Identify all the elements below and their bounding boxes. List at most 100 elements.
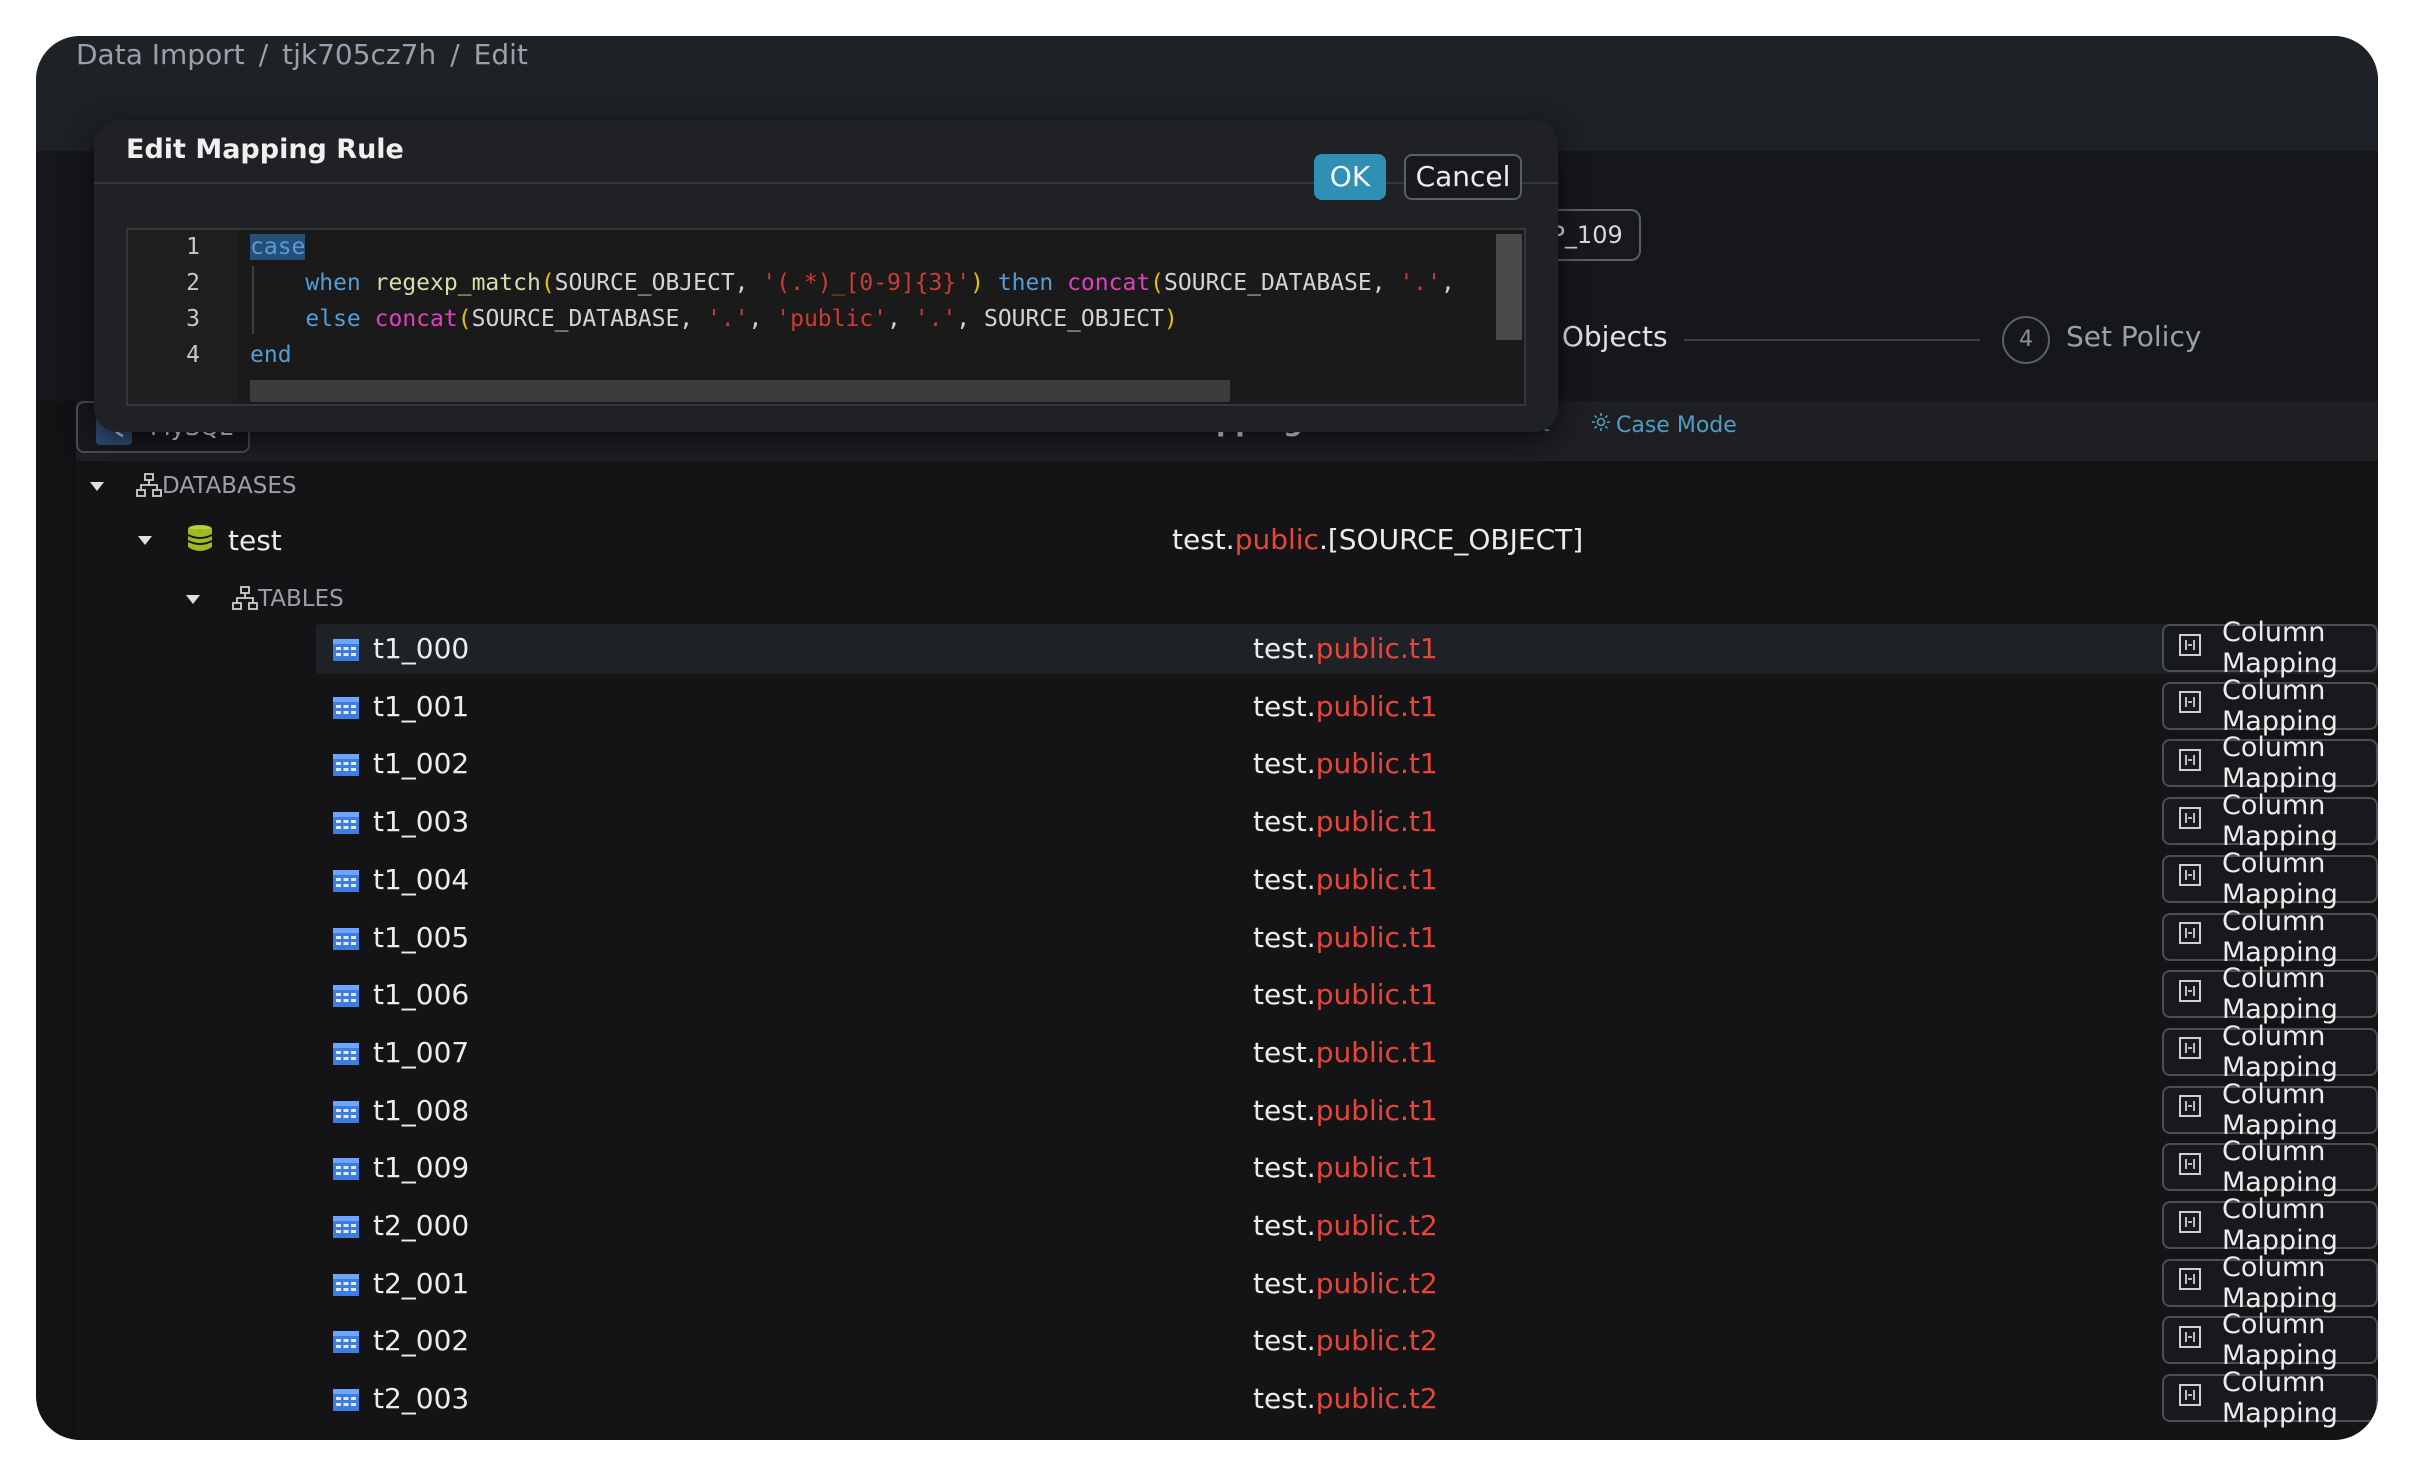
column-mapping-button[interactable]: Column Mapping [2162, 1136, 2378, 1198]
target-sep: . [1306, 1324, 1316, 1358]
target-sep: . [1399, 805, 1409, 839]
code-line-4[interactable]: end [250, 342, 292, 368]
case-mode-link[interactable]: Case Mode [1590, 411, 1737, 439]
column-mapping-button[interactable]: Column Mapping [2162, 617, 2378, 679]
column-mapping-icon [2178, 979, 2202, 1010]
target-sep: . [1399, 862, 1409, 896]
databases-node[interactable]: DATABASES [90, 461, 297, 511]
column-mapping-button[interactable]: Column Mapping [2162, 1194, 2378, 1256]
table-row[interactable]: t1_009 test.public.t1 Column Mapping [316, 1136, 2378, 1198]
step-4-indicator[interactable]: 4 [2002, 316, 2050, 364]
target-table: t1 [1408, 978, 1438, 1012]
column-mapping-icon [2178, 1152, 2202, 1183]
tables-node[interactable]: TABLES [186, 574, 344, 624]
column-mapping-label: Column Mapping [2222, 905, 2338, 968]
table-row[interactable]: t1_002 test.public.t1 Column Mapping [316, 732, 2378, 794]
database-name: test [228, 523, 282, 557]
column-mapping-button[interactable]: Column Mapping [2162, 1021, 2378, 1083]
breadcrumb-task-id[interactable]: tjk705cz7h [282, 38, 436, 71]
column-mapping-label: Column Mapping [2222, 790, 2338, 853]
table-row[interactable]: t1_000 test.public.t1 Column Mapping [316, 617, 2378, 679]
table-icon [332, 696, 360, 724]
table-row[interactable]: t1_005 test.public.t1 Column Mapping [316, 906, 2378, 968]
column-mapping-button[interactable]: Column Mapping [2162, 1309, 2378, 1371]
caret-down-icon[interactable] [186, 594, 200, 604]
edit-mapping-rule-dialog: Edit Mapping Rule OK Cancel 1 2 3 4 case… [94, 120, 1558, 432]
target-sep: . [1399, 1324, 1409, 1358]
table-target-path: test.public.t1 [1253, 1036, 1438, 1069]
table-row[interactable]: t2_001 test.public.t2 Column Mapping [316, 1252, 2378, 1314]
app-window: Data Import / tjk705cz7h / Edit OUP_109 … [36, 36, 2378, 1440]
column-mapping-button[interactable]: Column Mapping [2162, 790, 2378, 852]
target-sep: . [1306, 1382, 1316, 1416]
target-sep: . [1399, 1151, 1409, 1185]
target-db: test [1172, 523, 1226, 556]
column-mapping-button[interactable]: Column Mapping [2162, 1252, 2378, 1314]
column-mapping-label: Column Mapping [2222, 1078, 2338, 1141]
table-row[interactable]: t1_004 test.public.t1 Column Mapping [316, 848, 2378, 910]
table-row[interactable]: t2_000 test.public.t2 Column Mapping [316, 1194, 2378, 1256]
table-icon [332, 638, 360, 666]
target-schema: public [1315, 1151, 1400, 1185]
table-row[interactable]: t2_003 test.public.t2 Column Mapping [316, 1367, 2378, 1429]
table-name: t2_003 [373, 1382, 470, 1416]
column-mapping-icon [2178, 633, 2202, 664]
table-icon [332, 984, 360, 1012]
column-mapping-button[interactable]: Column Mapping [2162, 675, 2378, 737]
column-mapping-button[interactable]: Column Mapping [2162, 848, 2378, 910]
caret-down-icon[interactable] [138, 535, 152, 545]
code-line-1[interactable]: case [250, 234, 306, 260]
table-row[interactable]: t1_006 test.public.t1 Column Mapping [316, 963, 2378, 1025]
line-number: 1 [186, 234, 200, 260]
table-row[interactable]: t1_001 test.public.t1 Column Mapping [316, 675, 2378, 737]
database-node-test[interactable]: test [138, 515, 282, 565]
column-mapping-button[interactable]: Column Mapping [2162, 732, 2378, 794]
cancel-button[interactable]: Cancel [1404, 154, 1522, 200]
target-sep: . [1306, 1035, 1316, 1069]
column-mapping-button[interactable]: Column Mapping [2162, 1079, 2378, 1141]
target-schema: public [1315, 1093, 1400, 1127]
target-sep: . [1399, 1266, 1409, 1300]
breadcrumb-separator: / [258, 38, 269, 71]
breadcrumb-data-import[interactable]: Data Import [76, 38, 245, 71]
ok-button[interactable]: OK [1314, 154, 1386, 200]
table-name: t1_009 [373, 1151, 470, 1185]
table-row[interactable]: t1_008 test.public.t1 Column Mapping [316, 1079, 2378, 1141]
target-schema: public [1315, 805, 1400, 839]
table-name: t1_006 [373, 978, 470, 1012]
step-set-policy-label[interactable]: Set Policy [2066, 320, 2201, 353]
table-row[interactable]: t1_003 test.public.t1 Column Mapping [316, 790, 2378, 852]
column-mapping-button[interactable]: Column Mapping [2162, 1367, 2378, 1429]
target-db: test [1253, 1093, 1307, 1127]
column-mapping-button[interactable]: Column Mapping [2162, 906, 2378, 968]
database-icon [186, 523, 214, 557]
target-sep: . [1306, 1209, 1316, 1242]
code-editor[interactable]: 1 2 3 4 case when regexp_match(SOURCE_OB… [126, 228, 1526, 406]
target-sep: . [1306, 862, 1316, 896]
column-mapping-icon [2178, 690, 2202, 721]
column-mapping-button[interactable]: Column Mapping [2162, 963, 2378, 1025]
line-number: 2 [186, 270, 200, 296]
caret-down-icon[interactable] [90, 481, 104, 491]
step-connector [1684, 339, 1980, 341]
column-mapping-icon [2178, 748, 2202, 779]
target-db: test [1253, 805, 1307, 839]
table-icon [332, 869, 360, 897]
target-db: test [1253, 1382, 1307, 1416]
table-icon [332, 1388, 360, 1416]
table-target-path: test.public.t1 [1253, 1094, 1438, 1127]
column-mapping-label: Column Mapping [2222, 847, 2338, 910]
column-mapping-label: Column Mapping [2222, 617, 2338, 679]
table-icon [332, 1273, 360, 1301]
table-target-path: test.public.t1 [1253, 747, 1438, 780]
table-row[interactable]: t1_007 test.public.t1 Column Mapping [316, 1021, 2378, 1083]
target-sep: . [1318, 523, 1328, 556]
code-line-2[interactable]: when regexp_match(SOURCE_OBJECT, '(.*)_[… [250, 270, 1454, 296]
target-sep: . [1399, 920, 1409, 954]
target-sep: . [1306, 747, 1316, 781]
vertical-scrollbar[interactable] [1496, 234, 1522, 340]
code-line-3[interactable]: else concat(SOURCE_DATABASE, '.', 'publi… [250, 306, 1177, 332]
table-row[interactable]: t2_002 test.public.t2 Column Mapping [316, 1309, 2378, 1371]
horizontal-scrollbar[interactable] [250, 380, 1230, 402]
table-icon [332, 1215, 360, 1243]
